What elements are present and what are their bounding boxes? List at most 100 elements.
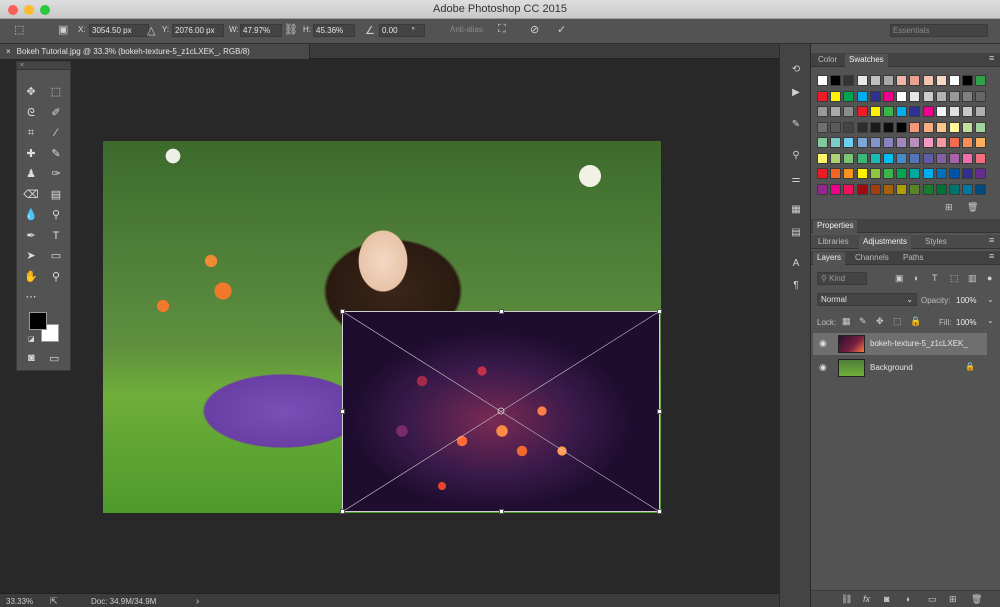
color-swatch[interactable] — [962, 90, 974, 102]
marquee-icon[interactable]: ⬚ — [48, 84, 64, 100]
color-swatch[interactable] — [922, 121, 934, 133]
history-brush-icon[interactable]: ✑ — [48, 166, 64, 182]
tools-panel-header[interactable]: × — [17, 62, 70, 70]
type-icon[interactable]: T — [48, 228, 64, 244]
color-swatch[interactable] — [896, 90, 908, 102]
x-position-field[interactable]: 3054.50 px — [89, 24, 149, 37]
color-swatch[interactable] — [922, 183, 934, 195]
color-swatch[interactable] — [817, 106, 828, 117]
anti-alias-checkbox[interactable]: Anti-alias — [450, 25, 483, 34]
color-swatch[interactable] — [856, 137, 868, 148]
eyedropper-icon[interactable]: ⁄ — [48, 125, 64, 141]
brush-presets-icon[interactable]: ✎ — [789, 119, 803, 133]
cancel-transform-icon[interactable]: ⊘ — [530, 23, 539, 36]
history-icon[interactable]: ⟲ — [789, 64, 803, 78]
eye-icon[interactable]: ◉ — [819, 362, 827, 373]
document-tab[interactable]: × Bokeh Tutorial.jpg @ 33.3% (bokeh-textu… — [0, 44, 310, 59]
color-swatch[interactable] — [817, 90, 828, 102]
filter-type-icon[interactable]: T — [932, 273, 938, 283]
color-swatch[interactable] — [935, 152, 947, 164]
color-swatch[interactable] — [869, 90, 881, 102]
color-swatch[interactable] — [935, 106, 947, 117]
link-layers-icon[interactable]: ⛓ — [841, 594, 852, 605]
layer-row-bokeh[interactable]: ◉ bokeh-texture-5_z1cLXEK_ — [813, 333, 987, 355]
color-swatch[interactable] — [975, 168, 987, 179]
color-swatch[interactable] — [975, 75, 987, 86]
color-swatch[interactable] — [830, 168, 842, 179]
transform-bounding-box[interactable] — [340, 309, 662, 514]
layers-menu-icon[interactable]: ≡ — [989, 251, 994, 261]
filter-toggle-icon[interactable]: ● — [987, 273, 992, 283]
color-swatch[interactable] — [909, 137, 921, 148]
color-swatch[interactable] — [869, 183, 881, 195]
notes-icon[interactable]: ▤ — [789, 227, 803, 241]
color-swatch[interactable] — [909, 90, 921, 102]
transform-tool-icon[interactable]: ⬚ — [14, 23, 24, 36]
warp-mode-icon[interactable]: ⛶ — [498, 23, 506, 36]
move-icon[interactable]: ✥ — [23, 84, 39, 100]
color-swatch[interactable] — [883, 183, 894, 195]
color-swatch[interactable] — [896, 75, 908, 86]
blur-icon[interactable]: 💧 — [23, 207, 39, 223]
color-swatch[interactable] — [817, 75, 828, 86]
color-swatch[interactable] — [975, 152, 987, 164]
color-swatch[interactable] — [843, 152, 855, 164]
color-swatch[interactable] — [856, 152, 868, 164]
reference-point-icon[interactable]: ▣ — [58, 23, 68, 36]
lasso-icon[interactable]: ᘓ — [23, 105, 39, 121]
color-swatch[interactable] — [830, 152, 842, 164]
pen-icon[interactable]: ✒ — [23, 228, 39, 244]
tab-layers[interactable]: Layers — [813, 252, 846, 265]
layer-filter-kind[interactable]: ⚲ Kind — [817, 272, 867, 285]
tab-swatches[interactable]: Swatches — [845, 54, 888, 67]
color-swatch[interactable] — [896, 183, 908, 195]
shape-icon[interactable]: ▭ — [48, 248, 64, 264]
color-swatch[interactable] — [843, 168, 855, 179]
width-field[interactable]: 47.97% — [240, 24, 282, 37]
color-swatch[interactable] — [975, 106, 987, 117]
color-swatch[interactable] — [843, 137, 855, 148]
color-swatch[interactable] — [975, 121, 987, 133]
foreground-color[interactable] — [29, 312, 47, 330]
filter-adjustment-icon[interactable]: ◐ — [914, 273, 919, 283]
filter-pixel-icon[interactable]: ▣ — [895, 273, 904, 284]
crop-icon[interactable]: ⌗ — [23, 125, 39, 141]
color-swatch[interactable] — [949, 121, 960, 133]
color-swatch[interactable] — [856, 121, 868, 133]
color-swatch[interactable] — [909, 106, 921, 117]
delete-swatch-icon[interactable]: 🗑 — [967, 202, 978, 213]
color-swatch[interactable] — [856, 183, 868, 195]
color-swatch[interactable] — [830, 183, 842, 195]
color-swatch[interactable] — [830, 137, 842, 148]
lock-position-icon[interactable]: ✥ — [876, 316, 884, 327]
color-swatch[interactable] — [883, 121, 894, 133]
fx-icon[interactable]: fx — [863, 594, 870, 604]
lock-all-icon[interactable]: 🔒 — [910, 316, 921, 327]
new-swatch-icon[interactable]: ⊞ — [945, 202, 953, 213]
opacity-chevron-icon[interactable]: ⌄ — [987, 295, 994, 304]
color-swatch[interactable] — [909, 75, 921, 86]
relative-position-icon[interactable]: △ — [147, 24, 155, 37]
color-swatch[interactable] — [830, 106, 842, 117]
rotation-field[interactable]: 0.00 ° — [379, 24, 425, 37]
screen-mode-icon[interactable]: ▭ — [49, 352, 59, 365]
layer-row-background[interactable]: ◉ Background 🔒 — [813, 357, 987, 379]
fill-value[interactable]: 100% — [956, 318, 976, 327]
color-swatch[interactable] — [949, 75, 960, 86]
color-swatch[interactable] — [830, 121, 842, 133]
handle-bottom[interactable] — [499, 509, 504, 514]
color-swatch[interactable] — [922, 168, 934, 179]
tab-adjustments[interactable]: Adjustments — [859, 236, 912, 249]
stamp-icon[interactable]: ♟ — [23, 166, 39, 182]
healing-icon[interactable]: ✚ — [23, 146, 39, 162]
more-icon[interactable]: ⋯ — [23, 289, 39, 305]
color-swatch[interactable] — [843, 121, 855, 133]
dodge-icon[interactable]: ⚲ — [48, 207, 64, 223]
color-swatch[interactable] — [883, 90, 894, 102]
default-colors-icon[interactable]: ◪ — [28, 335, 35, 343]
color-swatch[interactable] — [922, 106, 934, 117]
color-swatch[interactable] — [949, 183, 960, 195]
properties-menu-icon[interactable]: ≡ — [989, 235, 994, 245]
character-icon[interactable]: A — [789, 258, 803, 272]
color-swatch[interactable] — [962, 75, 974, 86]
